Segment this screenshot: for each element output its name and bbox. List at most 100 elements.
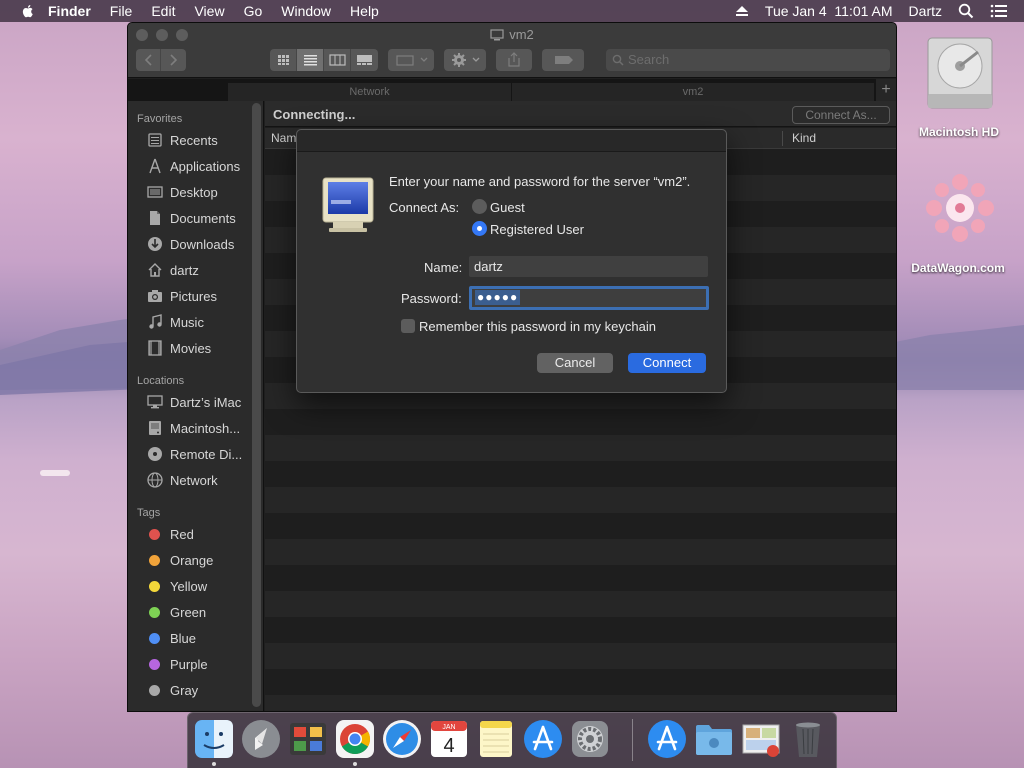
preview-icon[interactable] xyxy=(741,719,781,759)
calendar-day-text: 4 xyxy=(443,735,454,757)
eject-icon[interactable] xyxy=(735,5,749,17)
datawagon-label[interactable]: DataWagon.com xyxy=(898,261,1018,275)
sidebar-tag-orange[interactable]: Orange xyxy=(146,550,213,570)
photo-booth-icon[interactable] xyxy=(288,719,328,759)
column-divider[interactable] xyxy=(782,131,783,146)
sidebar-item-music[interactable]: Music xyxy=(146,312,204,332)
sidebar-item-home[interactable]: dartz xyxy=(146,260,199,280)
calendar-icon[interactable]: JAN 4 xyxy=(429,719,469,759)
sidebar-item-recents[interactable]: Recents xyxy=(146,130,218,150)
window-title: vm2 xyxy=(128,27,896,42)
recents-icon xyxy=(148,133,162,147)
menu-window[interactable]: Window xyxy=(281,3,331,19)
dialog-title-strip xyxy=(297,130,726,152)
finder-icon[interactable] xyxy=(194,719,234,759)
connecting-status: Connecting... xyxy=(273,107,356,122)
menu-edit[interactable]: Edit xyxy=(151,3,175,19)
guest-radio[interactable] xyxy=(472,199,487,214)
cancel-button[interactable]: Cancel xyxy=(537,353,613,373)
registered-user-label[interactable]: Registered User xyxy=(490,222,584,237)
tab-vm2[interactable]: vm2 xyxy=(512,83,874,101)
downloads-stack-icon[interactable] xyxy=(647,719,687,759)
tags-button[interactable] xyxy=(542,49,584,71)
sidebar-item-macintosh-hd[interactable]: Macintosh... xyxy=(146,418,240,438)
sidebar-item-label: Yellow xyxy=(170,578,208,594)
column-kind[interactable]: Kind xyxy=(792,131,816,145)
search-input[interactable]: Search xyxy=(606,49,890,71)
forward-button[interactable] xyxy=(161,49,186,71)
sidebar-tag-yellow[interactable]: Yellow xyxy=(146,576,207,596)
tab-network[interactable]: Network xyxy=(228,83,511,101)
column-name[interactable]: Nam xyxy=(271,131,296,145)
system-preferences-icon[interactable] xyxy=(570,719,610,759)
menu-help[interactable]: Help xyxy=(350,3,379,19)
menu-view[interactable]: View xyxy=(194,3,224,19)
action-menu-button[interactable] xyxy=(444,49,486,71)
grid-view-icon xyxy=(278,55,289,65)
sidebar-tag-purple[interactable]: Purple xyxy=(146,654,208,674)
sidebar-tag-gray[interactable]: Gray xyxy=(146,680,198,700)
column-view-button[interactable] xyxy=(324,49,351,71)
tag-icon xyxy=(555,56,573,64)
finder-running-dot xyxy=(212,762,216,766)
sidebar-item-label: Blue xyxy=(170,630,197,646)
menubar-user[interactable]: Dartz xyxy=(909,3,942,19)
sidebar-item-movies[interactable]: Movies xyxy=(146,338,211,358)
remember-password-label[interactable]: Remember this password in my keychain xyxy=(419,319,656,334)
guest-label[interactable]: Guest xyxy=(490,200,525,215)
macintosh-hd-label[interactable]: Macintosh HD xyxy=(904,125,1014,139)
notification-center-icon[interactable] xyxy=(990,4,1008,18)
spotlight-search-icon[interactable] xyxy=(958,3,974,19)
sidebar-item-label: Green xyxy=(170,604,207,620)
menu-file[interactable]: File xyxy=(110,3,133,19)
launchpad-icon[interactable] xyxy=(241,719,281,759)
apple-menu-icon[interactable] xyxy=(20,3,36,19)
sidebar-tag-blue[interactable]: Blue xyxy=(146,628,196,648)
connect-as-label: Connect As: xyxy=(389,200,460,215)
menubar-clock[interactable]: Tue Jan 4 11:01 AM xyxy=(765,3,893,19)
music-icon xyxy=(149,314,162,329)
sidebar-item-network[interactable]: Network xyxy=(146,470,218,490)
gallery-view-button[interactable] xyxy=(351,49,378,71)
folder-icon[interactable] xyxy=(694,719,734,759)
tag-dot-icon xyxy=(149,606,160,618)
group-by-button[interactable] xyxy=(388,49,434,71)
sidebar-tag-green[interactable]: Green xyxy=(146,602,206,622)
icon-view-button[interactable] xyxy=(270,49,297,71)
list-view-button[interactable] xyxy=(297,49,324,71)
sidebar-tag-red[interactable]: Red xyxy=(146,524,194,544)
back-button[interactable] xyxy=(136,49,161,71)
notes-icon[interactable] xyxy=(476,719,516,759)
menu-app-finder[interactable]: Finder xyxy=(48,3,91,19)
menu-go[interactable]: Go xyxy=(244,3,263,19)
new-tab-button[interactable]: + xyxy=(876,79,896,101)
sidebar-item-downloads[interactable]: Downloads xyxy=(146,234,234,254)
name-field[interactable]: dartz xyxy=(469,256,708,277)
sidebar-item-documents[interactable]: Documents xyxy=(146,208,236,228)
sidebar-item-label: Downloads xyxy=(170,236,235,252)
registered-user-radio[interactable] xyxy=(472,221,487,236)
safari-icon[interactable] xyxy=(382,719,422,759)
trash-icon[interactable] xyxy=(788,719,828,759)
server-computer-icon xyxy=(322,177,374,232)
sidebar-item-label: Purple xyxy=(170,656,208,672)
macintosh-hd-icon[interactable] xyxy=(924,34,996,110)
connect-button[interactable]: Connect xyxy=(628,353,706,373)
datawagon-file-icon[interactable] xyxy=(920,168,1000,248)
sidebar-item-desktop[interactable]: Desktop xyxy=(146,182,218,202)
chrome-icon[interactable] xyxy=(335,719,375,759)
sidebar-item-remote-disc[interactable]: Remote Di... xyxy=(146,444,242,464)
connect-as-button[interactable]: Connect As... xyxy=(792,106,890,124)
sidebar-item-pictures[interactable]: Pictures xyxy=(146,286,217,306)
app-store-icon[interactable] xyxy=(523,719,563,759)
search-placeholder: Search xyxy=(628,52,670,67)
share-button[interactable] xyxy=(496,49,532,71)
remember-password-checkbox[interactable] xyxy=(401,319,415,333)
sidebar-item-imac[interactable]: Dartz’s iMac xyxy=(146,392,241,412)
password-field[interactable]: ●●●●● xyxy=(469,286,709,310)
sidebar-item-applications[interactable]: Applications xyxy=(146,156,240,176)
sidebar-item-label: Movies xyxy=(170,340,212,356)
downloads-icon xyxy=(148,237,162,251)
applications-icon xyxy=(149,158,161,174)
sidebar-scrollbar[interactable] xyxy=(252,103,261,707)
